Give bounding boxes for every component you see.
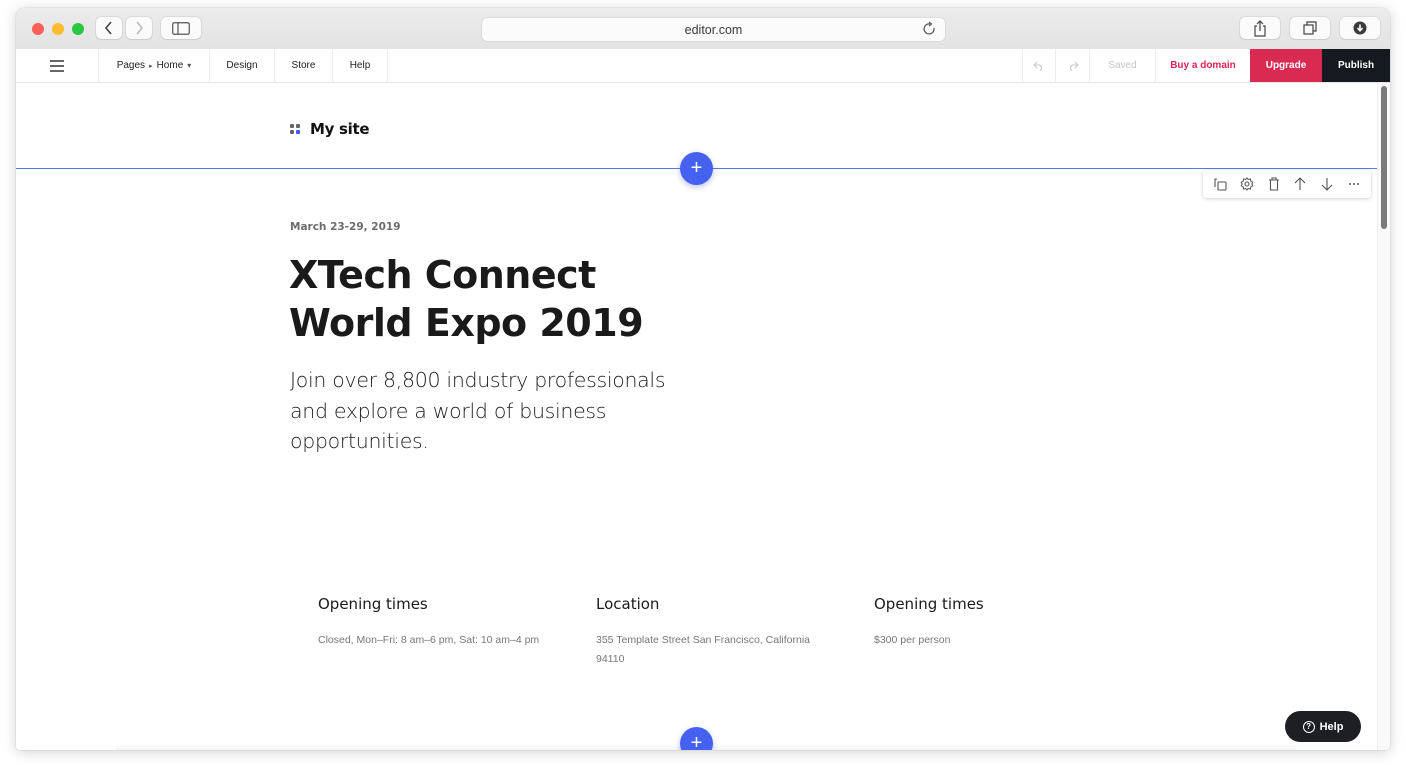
scrollbar[interactable] xyxy=(1377,83,1390,750)
info-title: Location xyxy=(596,595,660,613)
site-name: My site xyxy=(310,120,370,138)
back-button[interactable] xyxy=(96,17,122,39)
add-section-button[interactable]: + xyxy=(680,727,713,750)
help-label: Help xyxy=(1319,720,1344,733)
event-date: March 23-29, 2019 xyxy=(290,221,401,233)
main-menu-button[interactable] xyxy=(16,49,99,82)
breadcrumb-separator-icon: ▸ xyxy=(149,62,153,70)
close-window-button[interactable] xyxy=(32,23,44,35)
current-page-label: Home xyxy=(156,60,184,71)
move-up-icon[interactable] xyxy=(1290,174,1310,194)
store-tab[interactable]: Store xyxy=(275,49,333,82)
address-bar[interactable]: editor.com xyxy=(482,18,945,41)
info-text: $300 per person xyxy=(874,634,951,646)
maximize-window-button[interactable] xyxy=(72,23,84,35)
pages-dropdown[interactable]: Pages ▸ Home ▾ xyxy=(99,49,210,82)
add-section-button[interactable]: + xyxy=(680,152,713,185)
pages-label: Pages xyxy=(116,60,146,71)
url-text: editor.com xyxy=(684,22,743,37)
plus-icon: + xyxy=(690,157,703,179)
downloads-button[interactable] xyxy=(1340,17,1380,39)
trash-icon[interactable] xyxy=(1264,174,1284,194)
plus-icon: + xyxy=(690,732,703,750)
download-icon xyxy=(1353,21,1367,35)
buy-domain-button[interactable]: Buy a domain xyxy=(1156,49,1250,82)
chevron-down-icon: ▾ xyxy=(187,61,192,70)
help-tab[interactable]: Help xyxy=(333,49,388,82)
tabs-button[interactable] xyxy=(1290,17,1330,39)
share-button[interactable] xyxy=(1240,17,1280,39)
sidebar-icon xyxy=(172,21,190,35)
tabs-icon xyxy=(1302,20,1317,35)
help-button[interactable]: ? Help xyxy=(1285,711,1361,742)
question-icon: ? xyxy=(1302,720,1315,733)
info-column: Opening times $300 per person xyxy=(874,595,1114,650)
site-logo[interactable]: My site xyxy=(290,120,370,138)
scrollbar-thumb[interactable] xyxy=(1381,86,1387,229)
browser-titlebar: editor.com xyxy=(16,8,1390,50)
info-text: 355 Template Street San Francisco, Calif… xyxy=(596,634,810,665)
info-text: Closed, Mon–Fri: 8 am–6 pm, Sat: 10 am–4… xyxy=(318,634,540,646)
move-down-icon[interactable] xyxy=(1317,174,1337,194)
info-column: Opening times Closed, Mon–Fri: 8 am–6 pm… xyxy=(318,595,558,650)
hero-subtitle: Join over 8,800 industry professionals a… xyxy=(290,368,666,453)
chevron-right-icon xyxy=(136,21,144,35)
upgrade-button[interactable]: Upgrade xyxy=(1250,49,1322,82)
redo-button[interactable] xyxy=(1056,49,1090,82)
logo-grid-icon xyxy=(290,124,300,134)
site-canvas: My site + March 23-29, 2019 XTech Connec… xyxy=(16,83,1378,750)
browser-window: editor.com Pages ▸ Home ▾ Design Store H… xyxy=(16,8,1390,750)
sidebar-toggle-button[interactable] xyxy=(161,17,201,39)
undo-button[interactable] xyxy=(1022,49,1056,82)
reload-icon[interactable] xyxy=(923,21,937,40)
share-icon xyxy=(1254,19,1266,37)
minimize-window-button[interactable] xyxy=(52,23,64,35)
hero-title: XTech Connect World Expo 2019 xyxy=(289,253,644,345)
chevron-left-icon xyxy=(104,21,112,35)
undo-icon xyxy=(1033,61,1042,71)
redo-icon xyxy=(1069,61,1079,71)
publish-button[interactable]: Publish xyxy=(1322,49,1390,82)
info-title: Opening times xyxy=(318,595,428,613)
saved-status: Saved xyxy=(1090,49,1156,82)
block-toolbar xyxy=(1203,170,1371,198)
more-icon[interactable] xyxy=(1344,174,1364,194)
forward-button[interactable] xyxy=(126,17,152,39)
editor-toolbar: Pages ▸ Home ▾ Design Store Help Saved B… xyxy=(16,49,1390,83)
info-title: Opening times xyxy=(874,595,984,613)
duplicate-icon[interactable] xyxy=(1210,174,1230,194)
info-column: Location 355 Template Street San Francis… xyxy=(596,595,836,669)
design-tab[interactable]: Design xyxy=(210,49,275,82)
hamburger-icon xyxy=(50,59,64,72)
settings-icon[interactable] xyxy=(1237,174,1257,194)
